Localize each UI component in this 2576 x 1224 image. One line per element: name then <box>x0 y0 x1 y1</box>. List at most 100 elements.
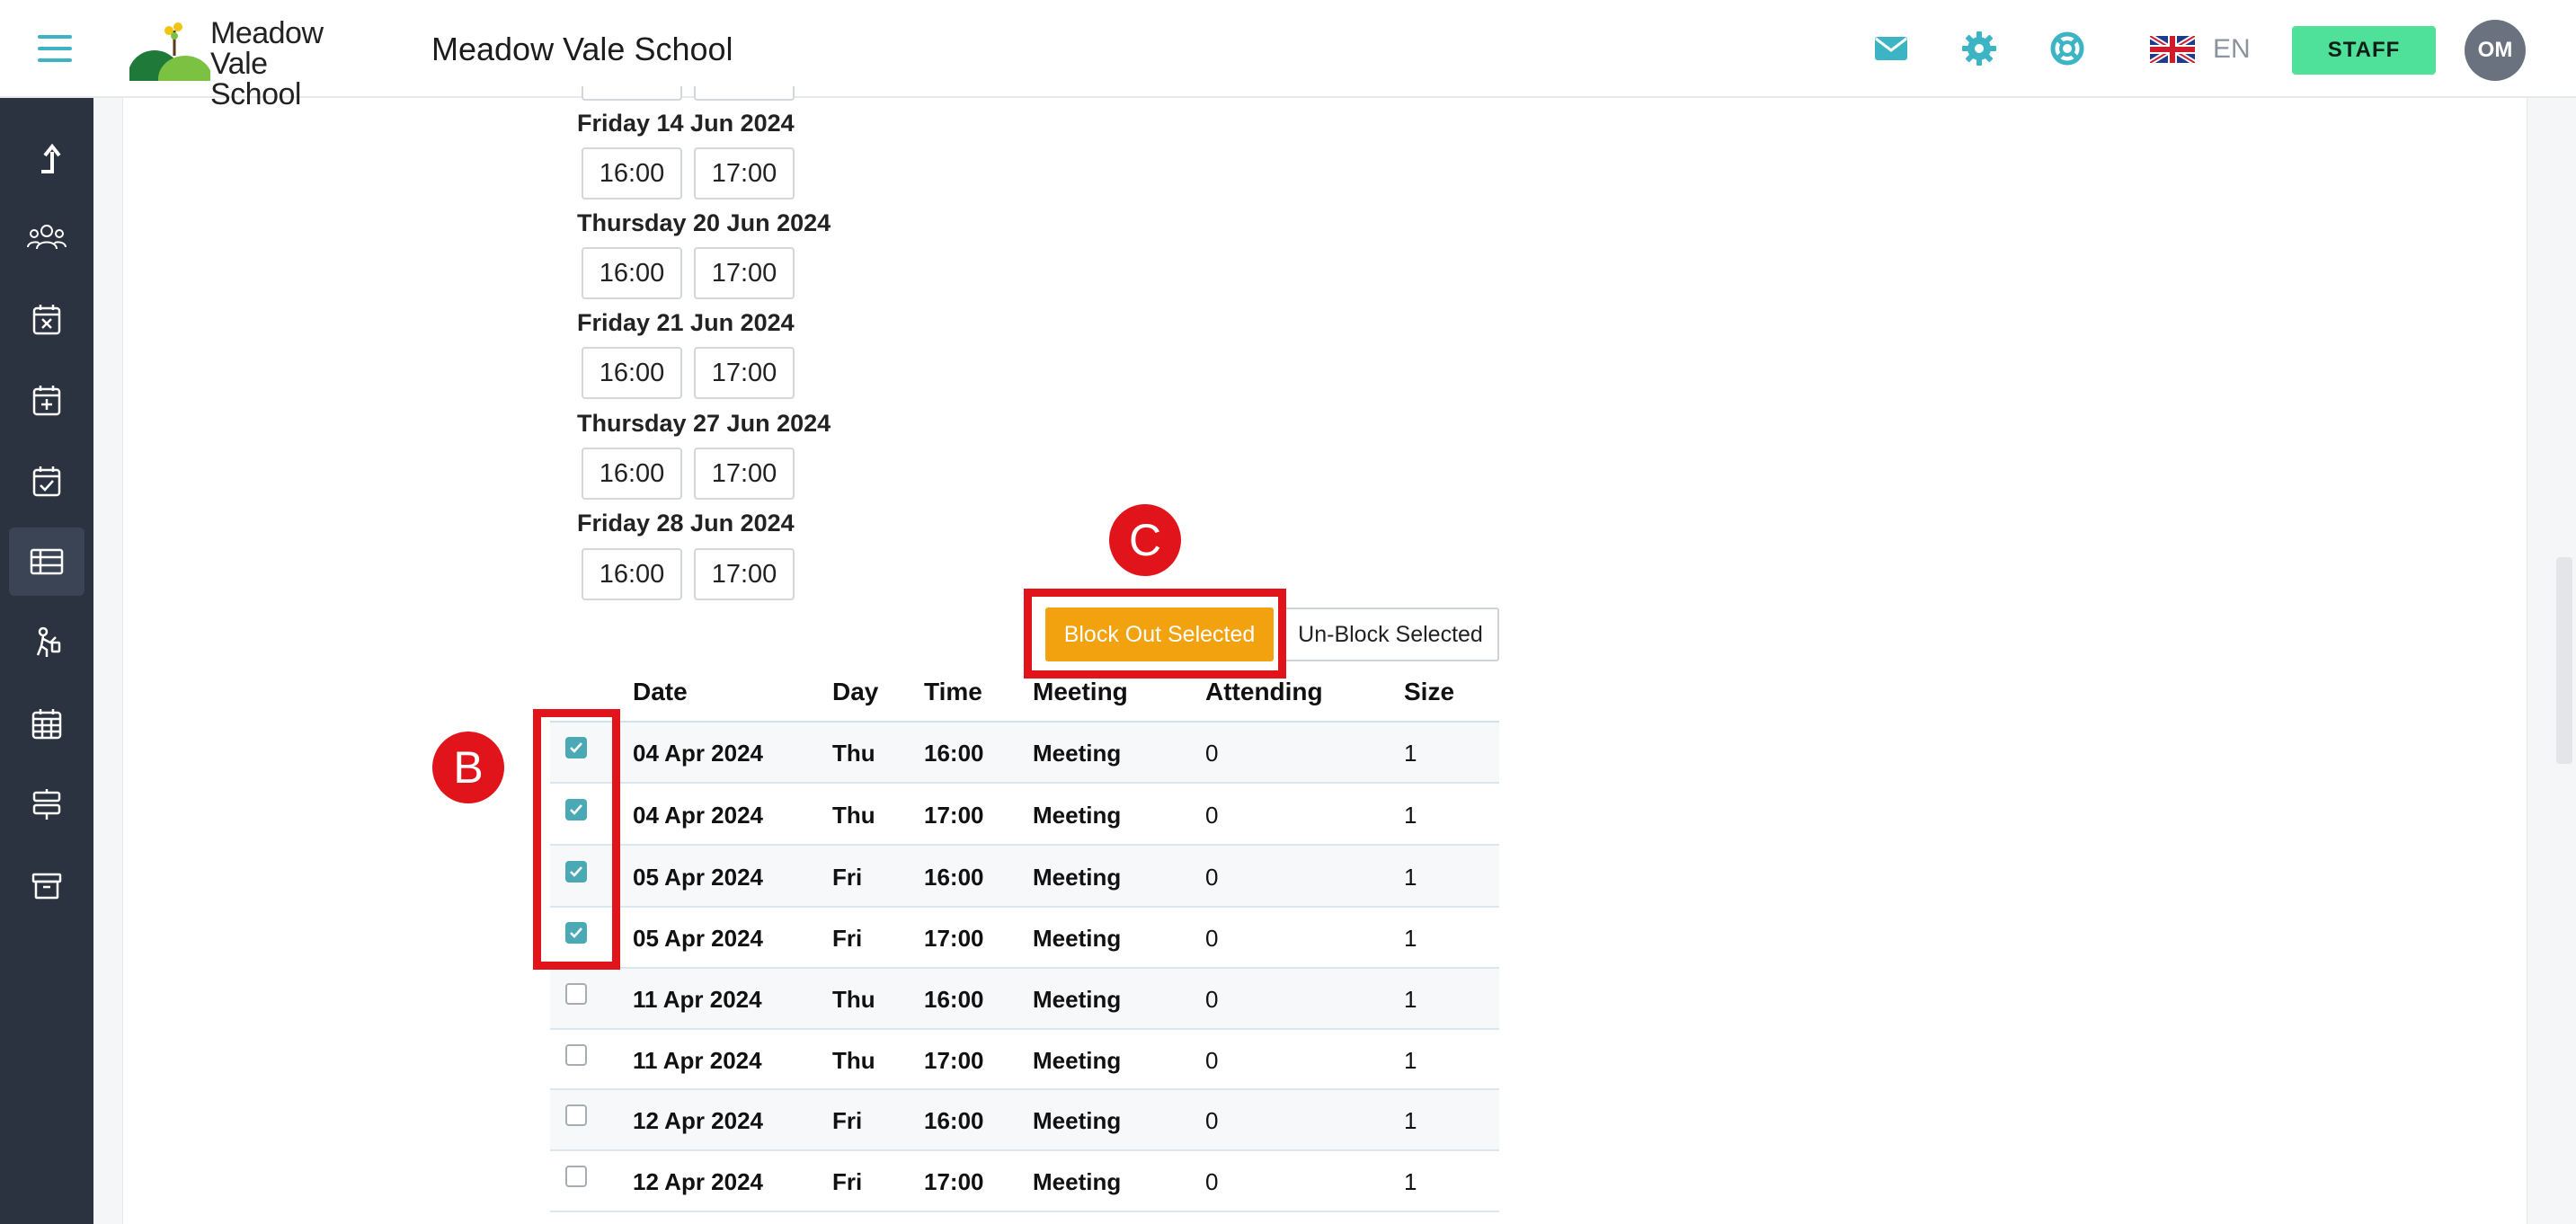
cell-size: 1 <box>1404 864 1417 891</box>
sidebar-item-arrow-up[interactable] <box>9 125 84 193</box>
column-header-attending[interactable]: Attending <box>1205 678 1323 706</box>
cell-time: 17:00 <box>924 802 984 829</box>
schedule-date-label: Friday 14 Jun 2024 <box>577 110 795 137</box>
table-row[interactable]: 05 Apr 2024 Fri 17:00 Meeting 0 1 <box>550 908 1499 969</box>
cell-date: 11 Apr 2024 <box>633 1047 762 1074</box>
annotation-badge-c: C <box>1109 504 1181 576</box>
cell-size: 1 <box>1404 740 1417 767</box>
table-row[interactable]: 12 Apr 2024 Fri 16:00 Meeting 0 1 <box>550 1090 1499 1151</box>
avatar[interactable]: OM <box>2465 20 2526 81</box>
cell-attending: 0 <box>1205 1168 1219 1195</box>
table-row[interactable]: 11 Apr 2024 Thu 17:00 Meeting 0 1 <box>550 1030 1499 1090</box>
table-icon <box>30 548 64 575</box>
cell-date: 04 Apr 2024 <box>633 740 764 767</box>
cell-meeting: Meeting <box>1033 1168 1122 1195</box>
time-slot-button[interactable]: 16:00 <box>582 448 682 500</box>
annotation-badge-b: B <box>432 732 504 803</box>
cell-time: 16:00 <box>924 740 984 767</box>
column-header-date[interactable]: Date <box>633 678 688 706</box>
cell-meeting: Meeting <box>1033 986 1122 1013</box>
mail-icon[interactable] <box>1871 29 1911 68</box>
cell-date: 05 Apr 2024 <box>633 925 764 952</box>
cell-day: Fri <box>832 864 863 891</box>
row-checkbox[interactable] <box>565 1104 587 1126</box>
cell-time: 17:00 <box>924 1047 984 1074</box>
column-header-time[interactable]: Time <box>924 678 982 706</box>
time-slot-button[interactable]: 16:00 <box>582 548 682 600</box>
sidebar-item-table[interactable] <box>9 528 84 596</box>
uk-flag-icon <box>2150 36 2195 63</box>
cell-day: Fri <box>832 1168 863 1195</box>
cell-day: Fri <box>832 925 863 952</box>
cell-size: 1 <box>1404 1168 1417 1195</box>
sidebar-item-signpost[interactable] <box>9 770 84 838</box>
cell-time: 16:00 <box>924 864 984 891</box>
cell-date: 11 Apr 2024 <box>633 986 762 1013</box>
cell-time: 17:00 <box>924 925 984 952</box>
time-slot-button[interactable]: 16:00 <box>582 247 682 299</box>
table-row[interactable]: 04 Apr 2024 Thu 17:00 Meeting 0 1 <box>550 784 1499 846</box>
cell-time: 17:00 <box>924 1168 984 1195</box>
time-slot-partial <box>694 86 795 101</box>
staff-role-button[interactable]: STAFF <box>2292 26 2436 75</box>
row-checkbox[interactable] <box>565 983 587 1005</box>
cell-day: Fri <box>832 1107 863 1134</box>
time-slot-button[interactable]: 17:00 <box>694 247 795 299</box>
time-slot-button[interactable]: 16:00 <box>582 147 682 200</box>
cell-date: 05 Apr 2024 <box>633 864 764 891</box>
arrow-up-icon <box>41 143 61 173</box>
sidebar-item-users[interactable] <box>9 204 84 272</box>
annotation-highlight-b <box>533 709 620 970</box>
table-row[interactable]: 12 Apr 2024 Fri 17:00 Meeting 0 1 <box>550 1151 1499 1212</box>
cell-date: 04 Apr 2024 <box>633 802 764 829</box>
school-logo[interactable]: Meadow Vale School <box>129 18 363 110</box>
table-row[interactable]: 11 Apr 2024 Thu 16:00 Meeting 0 1 <box>550 969 1499 1030</box>
gear-icon[interactable] <box>1959 29 1999 68</box>
sidebar-item-calendar-check[interactable] <box>9 447 84 515</box>
table-row[interactable]: 05 Apr 2024 Fri 16:00 Meeting 0 1 <box>550 846 1499 908</box>
cell-size: 1 <box>1404 802 1417 829</box>
sidebar-item-calendar-plus[interactable] <box>9 366 84 434</box>
sidebar-item-calendar-grid[interactable] <box>9 689 84 758</box>
column-header-day[interactable]: Day <box>832 678 878 706</box>
time-slot-button[interactable]: 17:00 <box>694 147 795 200</box>
cell-attending: 0 <box>1205 802 1219 829</box>
calendar-grid-icon <box>31 709 62 740</box>
person-walk-icon <box>36 626 61 657</box>
schedule-date-label: Friday 28 Jun 2024 <box>577 510 795 537</box>
logo-text: Meadow Vale School <box>210 16 324 111</box>
sidebar-item-archive[interactable] <box>9 851 84 919</box>
cell-meeting: Meeting <box>1033 864 1122 891</box>
row-checkbox[interactable] <box>565 1044 587 1066</box>
column-header-size[interactable]: Size <box>1404 678 1454 706</box>
row-checkbox[interactable] <box>565 1166 587 1187</box>
sidebar-item-calendar-x[interactable] <box>9 285 84 353</box>
cell-attending: 0 <box>1205 1047 1219 1074</box>
annotation-highlight-c <box>1024 589 1286 679</box>
unblock-selected-button[interactable]: Un-Block Selected <box>1282 608 1499 661</box>
cell-day: Thu <box>832 986 875 1013</box>
cell-meeting: Meeting <box>1033 740 1122 767</box>
table-row[interactable]: 04 Apr 2024 Thu 16:00 Meeting 0 1 <box>550 723 1499 784</box>
language-selector[interactable]: EN <box>2150 27 2251 72</box>
time-slot-button[interactable]: 17:00 <box>694 548 795 600</box>
cell-day: Thu <box>832 740 875 767</box>
hamburger-menu-icon[interactable] <box>38 31 72 66</box>
cell-day: Thu <box>832 1047 875 1074</box>
language-code: EN <box>2213 34 2251 64</box>
column-header-meeting[interactable]: Meeting <box>1033 678 1128 706</box>
lifebuoy-icon[interactable] <box>2047 29 2087 68</box>
cell-size: 1 <box>1404 1047 1417 1074</box>
cell-date: 12 Apr 2024 <box>633 1168 764 1195</box>
cell-time: 16:00 <box>924 986 984 1013</box>
cell-meeting: Meeting <box>1033 1047 1122 1074</box>
schedule-date-label: Thursday 20 Jun 2024 <box>577 209 831 236</box>
scrollbar-thumb[interactable] <box>2556 557 2572 764</box>
cell-size: 1 <box>1404 925 1417 952</box>
cell-attending: 0 <box>1205 925 1219 952</box>
time-slot-button[interactable]: 17:00 <box>694 347 795 399</box>
time-slot-button[interactable]: 17:00 <box>694 448 795 500</box>
time-slot-button[interactable]: 16:00 <box>582 347 682 399</box>
sidebar-item-person-walk[interactable] <box>9 608 84 677</box>
cell-meeting: Meeting <box>1033 925 1122 952</box>
